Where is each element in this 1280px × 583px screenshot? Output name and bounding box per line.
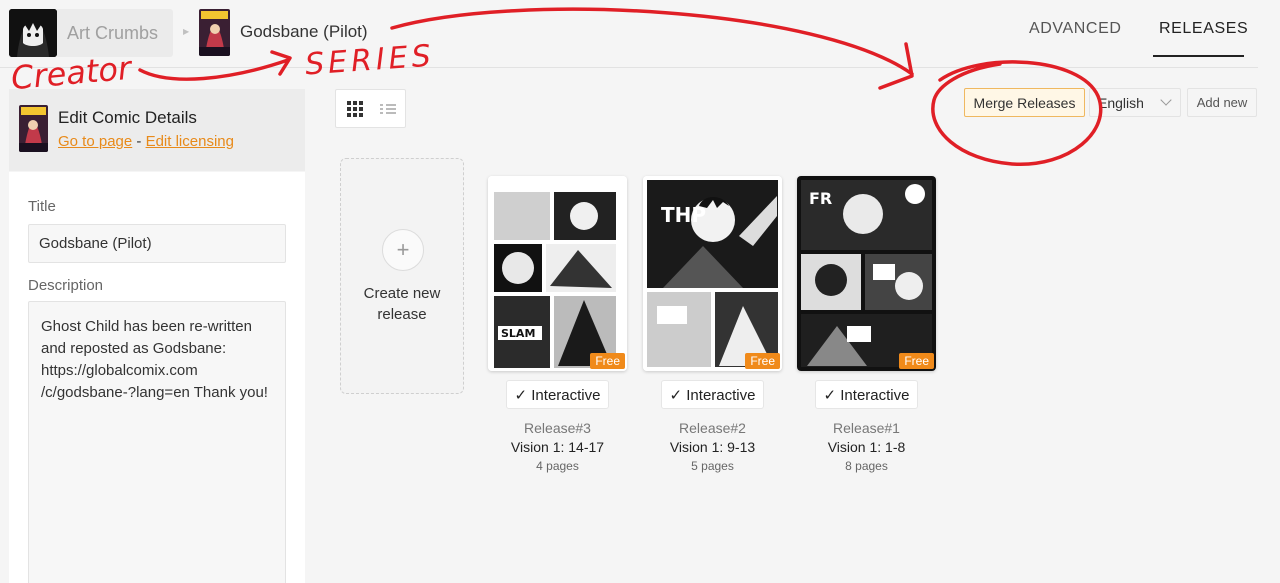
free-badge: Free: [899, 353, 934, 369]
release-number: Release#2: [679, 420, 746, 436]
manga-page-art: THP: [643, 176, 782, 371]
breadcrumb-series[interactable]: Godsbane (Pilot): [240, 22, 368, 42]
interactive-toggle[interactable]: ✓ Interactive: [815, 380, 918, 409]
edit-licensing-link[interactable]: Edit licensing: [146, 133, 234, 150]
panel-heading: Edit Comic Details: [58, 108, 197, 127]
interactive-toggle[interactable]: ✓ Interactive: [506, 380, 609, 409]
release-page-count: 5 pages: [691, 459, 734, 473]
comic-cover-art: [19, 105, 48, 152]
plus-icon: +: [382, 229, 424, 271]
tab-releases[interactable]: RELEASES: [1159, 20, 1248, 38]
free-badge: Free: [745, 353, 780, 369]
active-tab-indicator: [1153, 55, 1244, 57]
go-to-page-link[interactable]: Go to page: [58, 133, 132, 150]
creator-avatar-art: [9, 9, 57, 57]
language-value: English: [1098, 94, 1144, 111]
create-release-label: Create new release: [363, 285, 441, 323]
release-thumbnail[interactable]: FR Free: [797, 176, 936, 371]
list-view-button[interactable]: [370, 90, 405, 127]
breadcrumb-separator-icon: ▶: [183, 27, 190, 36]
free-badge: Free: [590, 353, 625, 369]
interactive-toggle[interactable]: ✓ Interactive: [661, 380, 764, 409]
panel-links: Go to page - Edit licensing: [58, 133, 234, 150]
comic-cover-thumbnail: [19, 105, 48, 152]
grid-view-button[interactable]: [337, 90, 372, 127]
release-number: Release#1: [833, 420, 900, 436]
release-name[interactable]: Vision 1: 14-17: [488, 439, 627, 455]
release-thumbnail[interactable]: THP Free: [643, 176, 782, 371]
creator-name: Art Crumbs: [67, 22, 159, 43]
link-separator: -: [136, 133, 142, 150]
language-select[interactable]: English: [1089, 88, 1181, 117]
add-new-button[interactable]: Add new: [1187, 88, 1257, 117]
description-field[interactable]: Ghost Child has been re-written and repo…: [28, 301, 286, 583]
title-label: Title: [28, 198, 56, 215]
list-icon: [379, 102, 396, 116]
svg-text:THP: THP: [661, 203, 706, 227]
svg-text:SLAM: SLAM: [501, 327, 535, 340]
creator-avatar[interactable]: [9, 9, 57, 57]
grid-icon: [346, 100, 363, 117]
release-number: Release#3: [524, 420, 591, 436]
release-thumbnail[interactable]: SLAM Free: [488, 176, 627, 371]
svg-text:FR: FR: [809, 189, 832, 208]
description-label: Description: [28, 277, 104, 294]
release-page-count: 4 pages: [536, 459, 579, 473]
title-field[interactable]: [28, 224, 286, 263]
series-cover-art: [199, 9, 230, 56]
merge-releases-button[interactable]: Merge Releases: [964, 88, 1085, 117]
header-divider: [0, 67, 1258, 68]
comic-details-form: Title Description Ghost Child has been r…: [9, 172, 305, 583]
comic-details-header: Edit Comic Details Go to page - Edit lic…: [9, 89, 305, 171]
release-page-count: 8 pages: [845, 459, 888, 473]
top-bar: Art Crumbs ▶ Godsbane (Pilot) ADVANCED R…: [0, 0, 1280, 68]
release-name[interactable]: Vision 1: 1-8: [797, 439, 936, 455]
manga-page-art: SLAM: [488, 176, 627, 371]
manga-page-art: FR: [797, 176, 936, 371]
chevron-down-icon: [1160, 94, 1172, 106]
view-mode-toggle: [335, 89, 406, 128]
release-name[interactable]: Vision 1: 9-13: [643, 439, 782, 455]
create-release-card[interactable]: + Create new release: [340, 158, 464, 394]
tab-advanced[interactable]: ADVANCED: [1029, 20, 1122, 38]
series-cover-thumbnail[interactable]: [199, 9, 230, 56]
